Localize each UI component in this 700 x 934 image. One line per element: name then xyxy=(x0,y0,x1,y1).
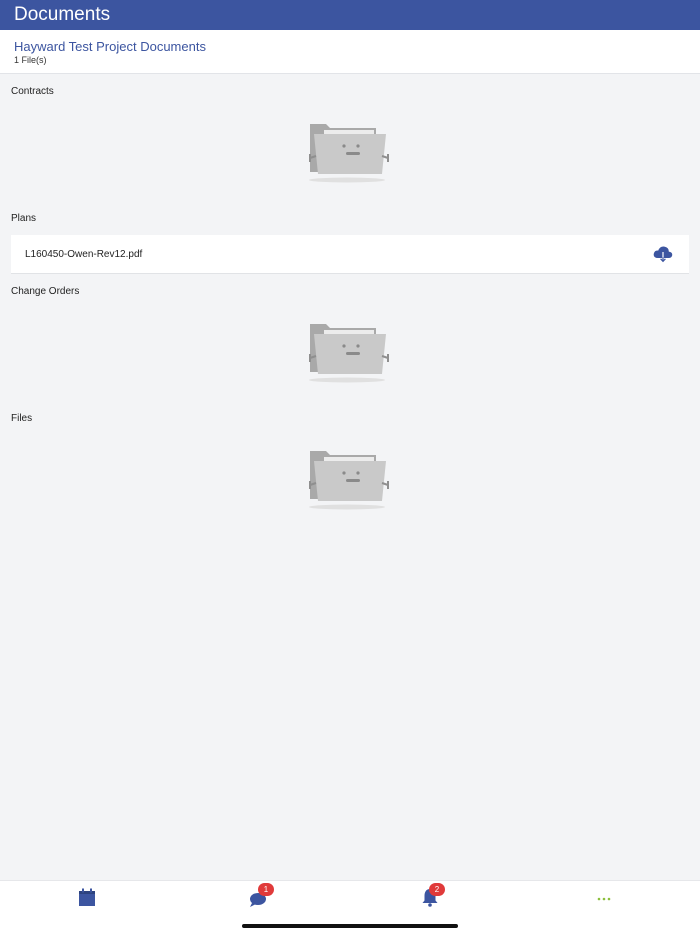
empty-folder-icon xyxy=(309,451,389,510)
cloud-download-icon[interactable] xyxy=(653,245,673,263)
app-title: Documents xyxy=(14,4,111,25)
project-header: Hayward Test Project Documents 1 File(s) xyxy=(0,30,700,74)
calendar-icon xyxy=(79,888,95,906)
section-label-change-orders: Change Orders xyxy=(11,286,80,297)
file-row[interactable]: L160450-Owen-Rev12.pdf xyxy=(11,235,689,274)
more-icon xyxy=(597,897,611,901)
home-indicator xyxy=(242,924,458,928)
tab-notifications[interactable]: 2 xyxy=(418,883,445,909)
empty-folder-icon xyxy=(309,324,389,383)
tab-calendar[interactable] xyxy=(75,885,99,909)
project-title: Hayward Test Project Documents xyxy=(14,39,206,54)
notifications-badge: 2 xyxy=(429,883,445,896)
file-count: 1 File(s) xyxy=(14,55,47,65)
messages-badge: 1 xyxy=(258,883,274,896)
empty-folder-icon xyxy=(309,124,389,183)
file-name[interactable]: L160450-Owen-Rev12.pdf xyxy=(25,249,142,260)
tab-more[interactable] xyxy=(592,885,616,909)
tab-messages[interactable]: 1 xyxy=(247,883,274,909)
section-label-contracts: Contracts xyxy=(11,86,54,97)
section-label-files: Files xyxy=(11,413,33,424)
app-header: Documents xyxy=(0,0,700,30)
section-label-plans: Plans xyxy=(11,213,37,224)
